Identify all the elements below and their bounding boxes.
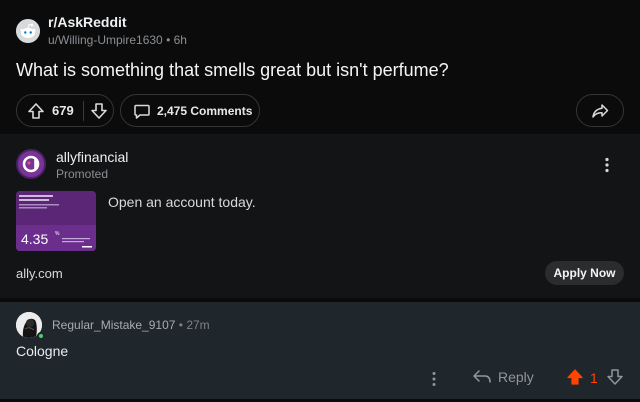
vote-divider <box>83 101 84 121</box>
arrow-up-icon[interactable] <box>27 102 45 120</box>
comment-score: 1 <box>590 370 598 386</box>
reddit-snoo-icon[interactable] <box>16 19 40 43</box>
ad-domain[interactable]: ally.com <box>16 266 63 281</box>
post-author[interactable]: u/Willing-Umpire1630 <box>48 33 163 47</box>
ad-creative-rate: 4.35 <box>21 231 48 247</box>
post-card: r/AskReddit u/Willing-Umpire1630 • 6h Wh… <box>0 0 640 133</box>
more-vertical-icon[interactable] <box>427 370 441 388</box>
ad-creative-image[interactable]: 4.35 % <box>16 191 96 251</box>
arrow-up-icon[interactable] <box>566 368 584 386</box>
arrow-down-icon[interactable] <box>90 102 108 120</box>
comment-meta: Regular_Mistake_9107 • 27m <box>52 318 210 332</box>
comments-count: 2,475 Comments <box>157 104 253 118</box>
reply-button[interactable]: Reply <box>472 368 534 386</box>
share-arrow-icon <box>592 104 609 118</box>
post-title[interactable]: What is something that smells great but … <box>16 60 449 81</box>
more-vertical-icon[interactable] <box>600 156 614 174</box>
comment-age: 27m <box>186 318 210 332</box>
advertiser-name[interactable]: allyfinancial <box>56 149 128 165</box>
promoted-label: Promoted <box>56 167 109 181</box>
meta-separator: • <box>166 33 171 47</box>
post-score: 679 <box>52 103 74 118</box>
vote-bar: 679 <box>16 94 114 127</box>
comment-bubble-icon <box>134 104 150 119</box>
post-age: 6h <box>173 33 187 47</box>
arrow-down-icon[interactable] <box>606 368 624 386</box>
online-status-indicator <box>37 332 45 340</box>
ad-headline[interactable]: Open an account today. <box>108 194 256 210</box>
ad-creative-rate-suffix: % <box>55 231 60 237</box>
promoted-ad: allyfinancial Promoted 4.35 % Open an ac… <box>0 134 640 298</box>
comment-card: Regular_Mistake_9107 • 27m Cologne Reply… <box>0 302 640 402</box>
share-button[interactable] <box>576 94 624 127</box>
comments-button[interactable]: 2,475 Comments <box>120 94 260 127</box>
reply-label: Reply <box>498 369 534 385</box>
meta-separator: • <box>178 318 183 332</box>
comment-author[interactable]: Regular_Mistake_9107 <box>52 318 175 332</box>
post-meta: u/Willing-Umpire1630 • 6h <box>48 33 187 47</box>
reply-arrow-icon <box>473 370 491 383</box>
subreddit-name[interactable]: r/AskReddit <box>48 14 127 30</box>
apply-now-button[interactable]: Apply Now <box>545 261 624 285</box>
advertiser-avatar[interactable] <box>16 149 46 179</box>
comment-body: Cologne <box>16 343 69 359</box>
